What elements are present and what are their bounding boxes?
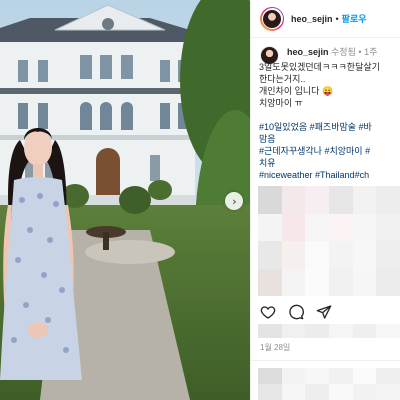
time-ago[interactable]: 1주 xyxy=(364,47,377,57)
post-date: 1월 28일 xyxy=(260,343,291,352)
share-icon[interactable] xyxy=(316,304,332,320)
caption-separator: • xyxy=(358,47,362,57)
heart-icon[interactable] xyxy=(260,304,276,320)
caption-line: 3일도못있겠던데ㅋㅋㅋ한달살기 xyxy=(259,62,380,72)
comment-icon[interactable] xyxy=(288,304,304,320)
hashtag-line[interactable]: #10일있었음 #패즈바맘술 #바 xyxy=(259,121,372,133)
blurred-comment-input xyxy=(258,368,400,400)
caption-line: 치앙마이 ㅠ xyxy=(259,98,303,108)
blurred-likes xyxy=(258,324,400,338)
edited-label: 수정됨 xyxy=(331,47,356,57)
username-link[interactable]: heo_sejin xyxy=(291,14,333,24)
carousel-next-button[interactable]: › xyxy=(225,192,243,210)
blurred-comments xyxy=(258,186,400,296)
post-actions xyxy=(260,304,400,322)
hashtag-line[interactable]: 치유 xyxy=(259,157,276,169)
post-header: heo_sejin • 팔로우 xyxy=(251,0,400,38)
hashtag-line[interactable]: 맘음 xyxy=(259,133,276,145)
photo-illustration xyxy=(0,0,250,400)
header-separator: • xyxy=(335,13,339,24)
follow-button[interactable]: 팔로우 xyxy=(342,12,367,25)
divider xyxy=(250,360,400,361)
caption-line: 개인차이 입니다 😛 xyxy=(259,86,334,96)
caption-username[interactable]: heo_sejin xyxy=(287,47,329,57)
post-photo[interactable]: › xyxy=(0,0,250,400)
hashtag-line[interactable]: #niceweather #Thailand#ch xyxy=(259,169,369,181)
chevron-right-icon: › xyxy=(232,194,237,208)
hashtag-line[interactable]: #근데자꾸생각나 #치앙마이 # xyxy=(259,145,370,157)
avatar[interactable] xyxy=(260,6,284,31)
caption-line: 한다는거지.. xyxy=(259,74,306,84)
